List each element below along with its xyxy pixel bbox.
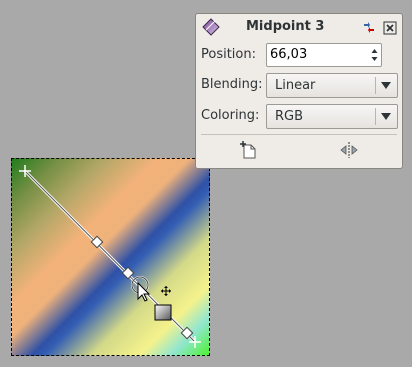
spin-arrows-icon[interactable]: [369, 45, 380, 65]
coloring-value: RGB: [275, 109, 304, 124]
coloring-combo[interactable]: RGB: [266, 104, 398, 129]
close-icon[interactable]: [383, 20, 397, 35]
blending-label: Blending:: [201, 77, 263, 92]
position-value[interactable]: 66,03: [270, 47, 307, 62]
chevron-down-icon[interactable]: [381, 82, 391, 89]
position-label: Position:: [201, 47, 256, 62]
blend-tool-icon: [202, 18, 220, 36]
divider: [201, 134, 397, 135]
dialog-title: Midpoint 3: [246, 19, 325, 34]
selection-outline: [11, 158, 210, 356]
position-spinbutton[interactable]: 66,03: [266, 43, 382, 67]
dialog-header: Midpoint 3: [196, 14, 402, 40]
pin-icon[interactable]: [362, 20, 376, 34]
new-midpoint-icon[interactable]: [238, 139, 260, 161]
center-midpoint-icon[interactable]: [338, 139, 360, 161]
blending-combo[interactable]: Linear: [266, 73, 398, 98]
coloring-label: Coloring:: [201, 108, 260, 123]
chevron-down-icon[interactable]: [381, 113, 391, 120]
midpoint-dialog: Midpoint 3 Position: 66,03 Blending: Lin…: [195, 13, 403, 169]
blending-value: Linear: [275, 78, 316, 93]
